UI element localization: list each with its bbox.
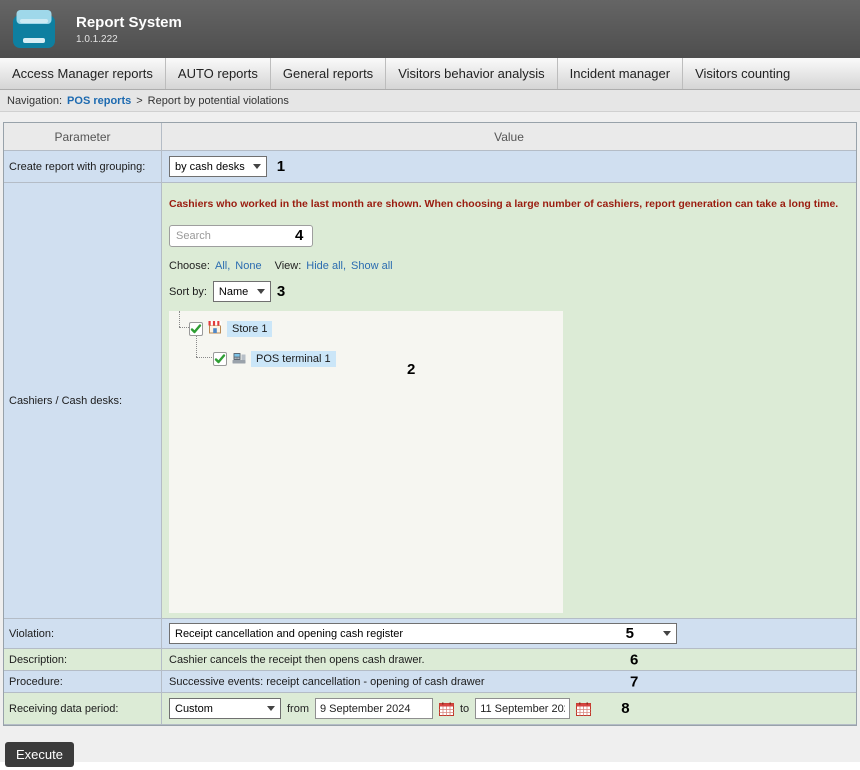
app-logo-icon: [10, 7, 60, 51]
date-from-input[interactable]: [315, 698, 433, 719]
chevron-down-icon: [267, 706, 275, 711]
menu-item-auto-reports[interactable]: AUTO reports: [165, 58, 270, 89]
tree-connector: [179, 311, 180, 327]
chevron-down-icon: [663, 631, 671, 636]
cashiers-warning-text: Cashiers who worked in the last month ar…: [169, 197, 844, 211]
grouping-select-value: by cash desks: [175, 161, 245, 173]
sort-select-value: Name: [219, 286, 248, 298]
period-label: Receiving data period:: [9, 703, 118, 715]
annotation-6: 6: [630, 651, 638, 668]
annotation-7: 7: [630, 673, 638, 690]
tree-connector: [179, 327, 189, 328]
period-value-cell: Custom from to: [162, 693, 856, 725]
grouping-select[interactable]: by cash desks: [169, 156, 267, 177]
cashiers-value-cell: Cashiers who worked in the last month ar…: [162, 183, 856, 619]
menu-item-visitors-counting[interactable]: Visitors counting: [682, 58, 802, 89]
tree-item-label: Store 1: [227, 321, 272, 337]
cashiers-tree-panel: Store 1: [169, 311, 563, 613]
app-header: Report System 1.0.1.222: [0, 0, 860, 58]
menu-item-general-reports[interactable]: General reports: [270, 58, 385, 89]
param-label-period: Receiving data period:: [4, 693, 162, 725]
hide-all-link[interactable]: Hide all,: [306, 260, 346, 272]
app-titles: Report System 1.0.1.222: [76, 14, 182, 45]
execute-button[interactable]: Execute: [5, 742, 74, 767]
period-select[interactable]: Custom: [169, 698, 281, 719]
breadcrumb-current: Report by potential violations: [148, 95, 289, 107]
date-to-input[interactable]: [475, 698, 570, 719]
app-title: Report System: [76, 14, 182, 31]
annotation-2: 2: [407, 361, 415, 378]
pos-terminal-icon: [231, 349, 247, 368]
period-select-value: Custom: [175, 703, 213, 715]
tree-item-label: POS terminal 1: [251, 351, 336, 367]
view-label: View:: [275, 260, 302, 272]
show-all-link[interactable]: Show all: [351, 260, 393, 272]
violation-value-cell: Receipt cancellation and opening cash re…: [162, 619, 856, 649]
to-label: to: [460, 703, 469, 715]
menu-item-incident-manager[interactable]: Incident manager: [557, 58, 682, 89]
breadcrumb-label: Navigation:: [7, 95, 62, 107]
breadcrumb-separator: >: [136, 95, 142, 107]
choose-none-link[interactable]: None: [235, 260, 261, 272]
procedure-text: Successive events: receipt cancellation …: [169, 676, 485, 688]
description-label: Description:: [9, 654, 67, 666]
choose-all-link[interactable]: All,: [215, 260, 230, 272]
annotation-4: 4: [295, 227, 303, 244]
chevron-down-icon: [257, 289, 265, 294]
tree-item-pos-terminal[interactable]: POS terminal 1: [213, 349, 336, 368]
violation-select[interactable]: Receipt cancellation and opening cash re…: [169, 623, 677, 644]
menu-item-visitors-behavior-analysis[interactable]: Visitors behavior analysis: [385, 58, 556, 89]
grouping-value-cell: by cash desks 1: [162, 151, 856, 183]
breadcrumb-link-pos-reports[interactable]: POS reports: [67, 95, 131, 107]
cashiers-label: Cashiers / Cash desks:: [9, 395, 122, 407]
checkbox-checked[interactable]: [189, 322, 203, 336]
choose-label: Choose:: [169, 260, 210, 272]
procedure-value-cell: Successive events: receipt cancellation …: [162, 671, 856, 693]
breadcrumb: Navigation: POS reports > Report by pote…: [0, 90, 860, 112]
cashiers-search-wrap: 4: [169, 225, 329, 247]
description-value-cell: Cashier cancels the receipt then opens c…: [162, 649, 856, 671]
annotation-1: 1: [277, 158, 285, 175]
sort-select[interactable]: Name: [213, 281, 271, 302]
param-label-grouping: Create report with grouping:: [4, 151, 162, 183]
tree-item-store[interactable]: Store 1: [189, 319, 272, 338]
parameters-table: Parameter Value Create report with group…: [3, 122, 857, 726]
column-header-value: Value: [162, 123, 856, 151]
search-input[interactable]: [169, 225, 313, 247]
store-icon: [207, 319, 223, 338]
calendar-icon[interactable]: [439, 702, 454, 716]
checkbox-checked[interactable]: [213, 352, 227, 366]
param-label-violation: Violation:: [4, 619, 162, 649]
column-header-parameter: Parameter: [4, 123, 162, 151]
annotation-5: 5: [626, 625, 634, 642]
violation-label: Violation:: [9, 628, 54, 640]
calendar-icon[interactable]: [576, 702, 591, 716]
sort-line: Sort by: Name 3: [169, 281, 856, 302]
grouping-label: Create report with grouping:: [9, 161, 145, 173]
app-version: 1.0.1.222: [76, 34, 182, 45]
tree-connector: [196, 357, 212, 358]
content-area: Parameter Value Create report with group…: [0, 112, 860, 762]
menu-item-access-manager-reports[interactable]: Access Manager reports: [0, 58, 165, 89]
page: Report System 1.0.1.222 Access Manager r…: [0, 0, 860, 762]
description-text: Cashier cancels the receipt then opens c…: [169, 654, 425, 666]
procedure-label: Procedure:: [9, 676, 63, 688]
annotation-8: 8: [621, 700, 629, 717]
param-label-cashiers: Cashiers / Cash desks:: [4, 183, 162, 619]
param-label-procedure: Procedure:: [4, 671, 162, 693]
from-label: from: [287, 703, 309, 715]
chevron-down-icon: [253, 164, 261, 169]
annotation-3: 3: [277, 283, 285, 300]
selection-links-line: Choose: All, None View: Hide all, Show a…: [169, 260, 856, 272]
main-menu: Access Manager reports AUTO reports Gene…: [0, 58, 860, 90]
sort-by-label: Sort by:: [169, 286, 207, 298]
param-label-description: Description:: [4, 649, 162, 671]
violation-select-value: Receipt cancellation and opening cash re…: [175, 628, 403, 640]
